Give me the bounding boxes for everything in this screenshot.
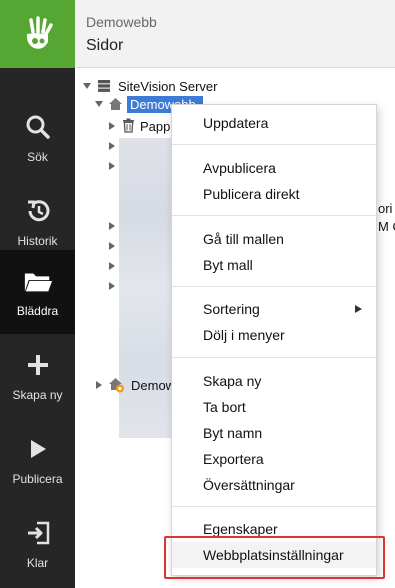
- menu-separator: [172, 506, 376, 507]
- collapsed-toggle-icon[interactable]: [108, 282, 116, 290]
- search-icon: [23, 112, 53, 142]
- collapsed-toggle-icon[interactable]: [108, 142, 116, 150]
- expanded-toggle-icon[interactable]: [83, 82, 91, 90]
- menu-item-delete[interactable]: Ta bort: [172, 394, 376, 420]
- submenu-arrow-icon: [355, 305, 362, 313]
- menu-item-hide-in-menus[interactable]: Dölj i menyer: [172, 322, 376, 348]
- collapsed-toggle-icon[interactable]: [108, 262, 116, 270]
- clipped-node-label: M O: [378, 219, 395, 234]
- history-icon: [23, 196, 53, 226]
- sidebar: Sök Historik Bläddra Skapa ny Publicera: [0, 0, 75, 588]
- menu-separator: [172, 144, 376, 145]
- collapsed-toggle-icon[interactable]: [108, 242, 116, 250]
- tree-node-server[interactable]: SiteVision Server: [118, 79, 217, 94]
- folder-icon: [23, 266, 53, 296]
- header: Demowebb Sidor: [75, 0, 395, 68]
- menu-item-properties[interactable]: Egenskaper: [172, 516, 376, 542]
- sitevision-logo[interactable]: [0, 0, 75, 68]
- clipped-node-label: ori: [378, 201, 393, 216]
- sidebar-item-label: Klar: [26, 556, 49, 570]
- menu-item-export[interactable]: Exportera: [172, 446, 376, 472]
- menu-item-label: Sortering: [203, 301, 260, 317]
- tree-node-trash[interactable]: Papp: [140, 119, 170, 134]
- exit-icon: [23, 518, 53, 548]
- menu-item-publish-now[interactable]: Publicera direkt: [172, 181, 376, 207]
- menu-item-unpublish[interactable]: Avpublicera: [172, 155, 376, 181]
- menu-item-rename[interactable]: Byt namn: [172, 420, 376, 446]
- context-menu: Uppdatera Avpublicera Publicera direkt G…: [171, 104, 377, 576]
- sidebar-item-browse[interactable]: Bläddra: [0, 250, 75, 334]
- menu-item-update[interactable]: Uppdatera: [172, 110, 376, 136]
- sidebar-item-done[interactable]: Klar: [0, 502, 75, 586]
- app-window: Sök Historik Bläddra Skapa ny Publicera: [0, 0, 395, 588]
- play-icon: [23, 434, 53, 464]
- menu-item-create-new[interactable]: Skapa ny: [172, 368, 376, 394]
- sidebar-item-create[interactable]: Skapa ny: [0, 334, 75, 418]
- plus-icon: [23, 350, 53, 380]
- menu-separator: [172, 286, 376, 287]
- menu-item-translations[interactable]: Översättningar: [172, 472, 376, 498]
- collapsed-toggle-icon[interactable]: [108, 222, 116, 230]
- sidebar-item-label: Skapa ny: [12, 388, 63, 402]
- sidebar-item-label: Bläddra: [16, 304, 59, 318]
- tree-node-demowebb-2[interactable]: Demow: [131, 378, 175, 393]
- menu-separator: [172, 357, 376, 358]
- site-name: Demowebb: [86, 14, 157, 30]
- home-icon: [108, 97, 123, 114]
- menu-item-change-template[interactable]: Byt mall: [172, 252, 376, 278]
- collapsed-toggle-icon[interactable]: [95, 381, 103, 389]
- collapsed-toggle-icon[interactable]: [108, 122, 116, 130]
- sidebar-item-publish[interactable]: Publicera: [0, 418, 75, 502]
- expanded-toggle-icon[interactable]: [95, 100, 103, 108]
- server-icon: [97, 79, 111, 96]
- sidebar-item-label: Sök: [27, 150, 48, 164]
- sidebar-item-label: Historik: [17, 234, 58, 248]
- sidebar-item-search[interactable]: Sök: [0, 96, 75, 180]
- trash-icon: [122, 118, 135, 136]
- obscured-tree-content: [119, 138, 179, 438]
- menu-item-site-settings[interactable]: Webbplatsinställningar: [172, 542, 376, 568]
- sidebar-item-label: Publicera: [12, 472, 63, 486]
- menu-item-sorting[interactable]: Sortering: [172, 296, 376, 322]
- hand-logo-icon: [26, 16, 53, 49]
- collapsed-toggle-icon[interactable]: [108, 162, 116, 170]
- menu-item-goto-template[interactable]: Gå till mallen: [172, 226, 376, 252]
- home-unpublished-icon: [108, 377, 125, 396]
- menu-separator: [172, 215, 376, 216]
- page-title: Sidor: [86, 37, 124, 54]
